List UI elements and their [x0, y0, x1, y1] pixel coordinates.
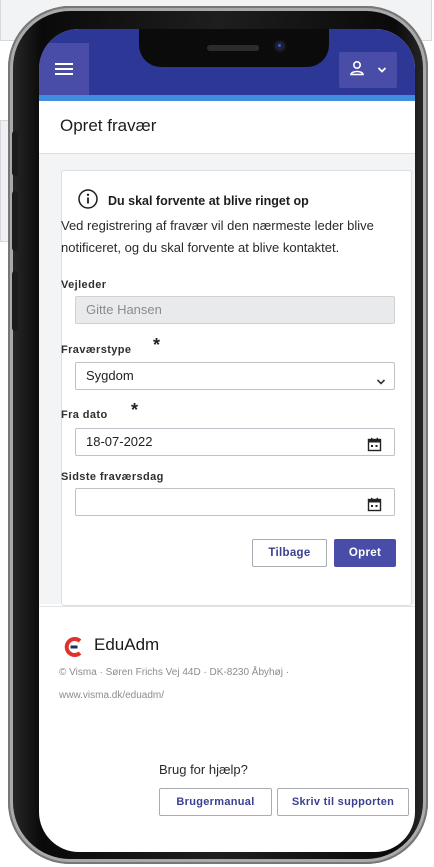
from-date-field[interactable]: 18-07-2022 — [75, 428, 395, 456]
footer-divider — [39, 606, 415, 607]
chevron-down-icon — [377, 61, 387, 79]
page-title: Opret fravær — [60, 116, 157, 135]
hamburger-icon — [55, 63, 73, 75]
calendar-icon[interactable] — [367, 435, 382, 461]
front-camera — [275, 41, 285, 51]
contact-support-button[interactable]: Skriv til supporten — [277, 788, 409, 816]
footer-website: www.visma.dk/eduadm/ — [59, 690, 165, 701]
create-button[interactable]: Opret — [334, 539, 396, 567]
help-heading: Brug for hjælp? — [159, 762, 248, 777]
menu-button[interactable] — [39, 43, 89, 95]
last-day-field[interactable] — [75, 488, 395, 516]
speaker-grille — [207, 45, 259, 51]
from-date-label: Fra dato — [61, 409, 108, 421]
user-manual-button[interactable]: Brugermanual — [159, 788, 272, 816]
from-date-value: 18-07-2022 — [86, 434, 153, 449]
calendar-icon[interactable] — [367, 495, 382, 521]
required-marker: * — [131, 400, 139, 420]
absence-type-label: Fraværstype — [61, 344, 132, 356]
phone-notch — [139, 29, 329, 67]
phone-volume-up-button — [12, 191, 18, 251]
user-icon — [349, 60, 365, 81]
eduadm-logo-icon — [63, 637, 83, 662]
page-title-bar: Opret fravær — [39, 101, 415, 154]
absence-type-value: Sygdom — [86, 368, 134, 383]
phone-screen: Opret fravær Du skal forvente at blive r… — [39, 29, 415, 852]
required-marker: * — [153, 335, 161, 355]
footer-brand: EduAdm — [94, 635, 160, 654]
absence-type-select[interactable]: Sygdom — [75, 362, 395, 390]
chevron-down-icon — [376, 370, 386, 396]
user-menu-button[interactable] — [339, 52, 397, 88]
footer-address: © Visma · Søren Frichs Vej 44D · DK-8230… — [59, 667, 290, 678]
info-icon — [77, 188, 99, 215]
alert-title: Du skal forvente at blive ringet op — [108, 194, 309, 208]
supervisor-field: Gitte Hansen — [75, 296, 395, 324]
alert-text: Ved registrering af fravær vil den nærme… — [61, 218, 374, 255]
phone-volume-down-button — [12, 271, 18, 331]
phone-frame: Opret fravær Du skal forvente at blive r… — [8, 6, 428, 864]
phone-side-button — [12, 131, 18, 176]
last-day-label: Sidste fraværsdag — [61, 471, 164, 483]
back-button[interactable]: Tilbage — [252, 539, 327, 567]
supervisor-label: Vejleder — [61, 279, 107, 291]
